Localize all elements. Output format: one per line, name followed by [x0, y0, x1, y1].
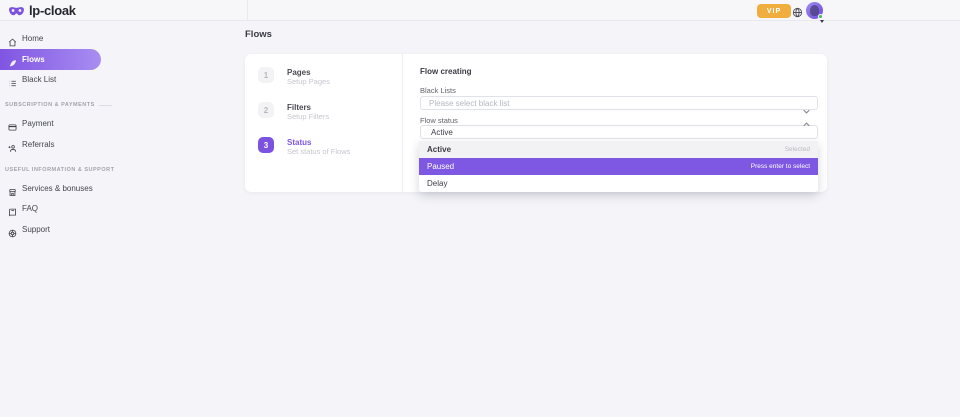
step-subtitle: Setup Filters — [287, 112, 329, 121]
step-subtitle: Set status of Flows — [287, 147, 350, 156]
sidebar-section-payments: Subscription & payments — [5, 102, 112, 108]
sidebar-item-services-bonuses[interactable]: Services & bonuses — [0, 183, 180, 194]
online-status-dot — [818, 14, 823, 19]
dropdown-option-paused[interactable]: Paused Press enter to select — [419, 158, 818, 175]
step-number: 2 — [258, 102, 274, 118]
sidebar-section-support: Useful information & support — [5, 167, 114, 173]
dropdown-option-active[interactable]: Active Selected — [419, 141, 818, 158]
sidebar-item-flows[interactable]: Flows — [0, 49, 101, 70]
step-number: 3 — [258, 137, 274, 153]
sidebar: Home Flows Black List Subscription & pay… — [0, 21, 247, 417]
wizard-step-filters[interactable]: 2 Filters Setup Filters — [258, 102, 329, 121]
avatar-caret-icon[interactable] — [820, 20, 824, 23]
logo-text: lp-cloak — [29, 3, 76, 18]
sidebar-item-faq[interactable]: FAQ — [0, 203, 180, 214]
step-title: Pages — [287, 68, 330, 77]
sidebar-item-payment[interactable]: Payment — [0, 118, 180, 129]
black-list-icon — [8, 75, 17, 84]
chevron-down-icon — [803, 101, 810, 106]
black-lists-label: Black Lists — [420, 86, 456, 95]
black-lists-placeholder: Please select black list — [429, 99, 509, 108]
step-number: 1 — [258, 67, 274, 83]
flow-status-value: Active — [429, 128, 453, 137]
black-lists-select[interactable]: Please select black list — [420, 96, 818, 110]
form-title: Flow creating — [420, 67, 472, 76]
wizard-step-status[interactable]: 3 Status Set status of Flows — [258, 137, 350, 156]
step-title: Filters — [287, 103, 329, 112]
flow-status-select[interactable]: Active — [420, 125, 818, 139]
sidebar-item-support[interactable]: Support — [0, 224, 180, 235]
support-lifebuoy-icon — [8, 225, 17, 234]
selected-hint: Selected — [785, 146, 810, 153]
payment-card-icon — [8, 119, 17, 128]
step-subtitle: Setup Pages — [287, 77, 330, 86]
top-bar: lp-cloak VIP — [0, 0, 960, 21]
page-title: Flows — [245, 29, 272, 40]
step-title: Status — [287, 138, 350, 147]
referrals-person-icon — [8, 140, 17, 149]
flow-creating-card: 1 Pages Setup Pages 2 Filters Setup Filt… — [245, 54, 827, 192]
wizard-step-pages[interactable]: 1 Pages Setup Pages — [258, 67, 330, 86]
flow-status-dropdown: Active Selected Paused Press enter to se… — [419, 141, 818, 192]
storefront-icon — [8, 184, 17, 193]
chevron-up-icon — [803, 130, 810, 135]
logo[interactable]: lp-cloak — [8, 3, 76, 18]
header-divider — [247, 0, 248, 20]
flows-icon — [8, 55, 17, 64]
dropdown-option-delay[interactable]: Delay — [419, 175, 818, 192]
flow-status-label: Flow status — [420, 116, 458, 125]
globe-icon[interactable] — [792, 5, 803, 16]
sidebar-item-black-list[interactable]: Black List — [0, 74, 180, 85]
sidebar-item-home[interactable]: Home — [0, 33, 180, 44]
card-divider — [402, 54, 403, 192]
vip-button[interactable]: VIP — [757, 4, 791, 18]
press-enter-hint: Press enter to select — [751, 163, 810, 170]
home-icon — [8, 34, 17, 43]
sidebar-item-referrals[interactable]: Referrals — [0, 139, 180, 150]
faq-book-icon — [8, 204, 17, 213]
mask-logo-icon — [8, 5, 25, 17]
